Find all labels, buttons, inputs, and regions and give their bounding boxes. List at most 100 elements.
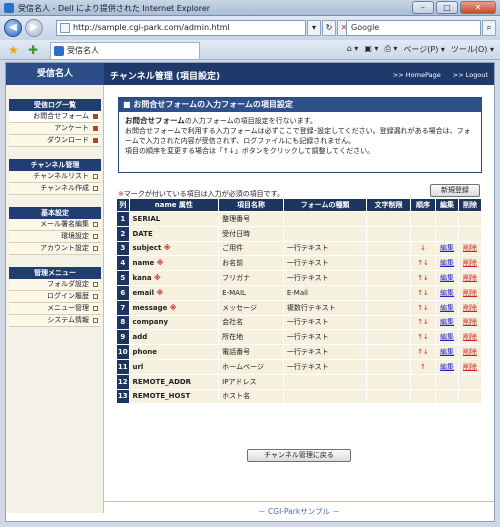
new-register-button[interactable]: 新規登録 xyxy=(430,184,480,197)
tab-label: 受信名人 xyxy=(67,46,99,55)
sidebar-item-login-history[interactable]: ログイン履歴 xyxy=(9,291,101,303)
sidebar-item-survey[interactable]: アンケート xyxy=(9,123,101,135)
back-to-channel-button[interactable]: チャンネル管理に戻る xyxy=(247,449,351,462)
edit-link[interactable]: 編集 xyxy=(435,284,459,301)
field-limit xyxy=(366,373,412,390)
delete-link[interactable]: 削除 xyxy=(458,299,482,316)
edit-link[interactable]: 編集 xyxy=(435,329,459,346)
delete-link[interactable]: 削除 xyxy=(458,240,482,257)
field-limit xyxy=(366,284,412,301)
delete-link[interactable]: 削除 xyxy=(458,358,482,375)
field-limit xyxy=(366,358,412,375)
site-header: 受信名人 チャンネル管理 (項目設定) >> HomePage >> Logou… xyxy=(6,63,494,85)
delete-link[interactable]: 削除 xyxy=(458,329,482,346)
refresh-icon[interactable]: ↻ xyxy=(322,20,336,36)
order-arrows[interactable]: ↑ xyxy=(410,358,437,375)
sidebar-section-channel: チャンネル管理 xyxy=(9,159,101,171)
required-mark: ※ xyxy=(156,288,164,297)
delete-link[interactable]: 削除 xyxy=(458,270,482,286)
url-input[interactable]: http://sample.cgi-park.com/admin.html xyxy=(56,20,306,36)
fields-table: 列 name 属性 項目名称 フォームの種類 文字制限 順序 編集 削除 1 SE… xyxy=(116,198,482,405)
delete-link[interactable]: 削除 xyxy=(458,344,482,360)
col-header-limit: 文字制限 xyxy=(366,198,412,212)
edit-link[interactable]: 編集 xyxy=(435,344,459,360)
table-row: 2 DATE 受付日時 xyxy=(116,225,482,242)
logout-link[interactable]: >> Logout xyxy=(453,71,488,79)
delete-link[interactable]: 削除 xyxy=(458,284,482,301)
maximize-button[interactable]: □ xyxy=(436,1,458,14)
edit-link[interactable]: 編集 xyxy=(435,314,459,331)
field-limit xyxy=(366,211,412,227)
page-menu[interactable]: ページ(P) ▾ xyxy=(403,44,444,55)
main-content: ■ お問合せフォームの入力フォームの項目設定 お問合せフォームの入力フォームの項… xyxy=(110,85,490,513)
page-title: チャンネル管理 (項目設定) xyxy=(110,72,221,82)
field-label: E-MAIL xyxy=(218,284,284,301)
field-limit xyxy=(366,314,412,331)
field-limit xyxy=(366,329,412,346)
row-number: 3 xyxy=(116,240,130,257)
sidebar-item-menu-manage[interactable]: メニュー管理 xyxy=(9,303,101,315)
home-icon[interactable]: ⌂ ▾ xyxy=(347,44,359,55)
add-favorites-icon[interactable]: ✚ xyxy=(28,43,38,57)
print-icon[interactable]: ⎙ ▾ xyxy=(384,44,397,55)
field-limit xyxy=(366,299,412,316)
info-text-3: 項目の順序を変更する場合は「↑↓」ボタンをクリックして調整してください。 xyxy=(125,147,375,155)
tools-menu[interactable]: ツール(O) ▾ xyxy=(451,44,494,55)
sidebar-item-inquiry-form[interactable]: お問合せフォーム xyxy=(9,111,101,123)
order-arrows[interactable]: ↑↓ xyxy=(410,329,437,346)
field-label: ホームページ xyxy=(218,358,284,375)
edit-link[interactable]: 編集 xyxy=(435,299,459,316)
edit-link[interactable]: 編集 xyxy=(435,240,459,257)
edit-link xyxy=(435,225,459,242)
homepage-link[interactable]: >> HomePage xyxy=(393,71,441,79)
sidebar-item-system-info[interactable]: システム情報 xyxy=(9,315,101,327)
forward-button[interactable]: ▶ xyxy=(25,19,43,37)
edit-link[interactable]: 編集 xyxy=(435,270,459,286)
field-label: フリガナ xyxy=(218,270,284,286)
row-number: 2 xyxy=(116,225,130,242)
field-name: subject ※ xyxy=(128,240,220,257)
delete-link[interactable]: 削除 xyxy=(458,255,482,272)
sidebar-item-environment[interactable]: 環境設定 xyxy=(9,231,101,243)
sidebar-section-receive-log: 受信ログ一覧 xyxy=(9,99,101,111)
feed-icon[interactable]: ▣ ▾ xyxy=(364,44,378,55)
sidebar-item-mail-signature[interactable]: メール署名編集 xyxy=(9,219,101,231)
sidebar-item-channel-create[interactable]: チャンネル作成 xyxy=(9,183,101,195)
sidebar-item-channel-list[interactable]: チャンネルリスト xyxy=(9,171,101,183)
browser-tab[interactable]: 受信名人 xyxy=(50,42,200,59)
order-arrows[interactable]: ↑↓ xyxy=(410,314,437,331)
edit-link[interactable]: 編集 xyxy=(435,255,459,272)
close-window-button[interactable]: ✕ xyxy=(460,1,496,14)
edit-link[interactable]: 編集 xyxy=(435,358,459,375)
order-arrows[interactable]: ↓ xyxy=(410,240,437,257)
delete-link[interactable]: 削除 xyxy=(458,314,482,331)
dropdown-icon[interactable]: ▾ xyxy=(307,20,321,36)
order-arrows[interactable]: ↑↓ xyxy=(410,270,437,286)
sidebar-item-folder[interactable]: フォルダ設定 xyxy=(9,279,101,291)
sidebar-item-account[interactable]: アカウント設定 xyxy=(9,243,101,255)
minimize-button[interactable]: – xyxy=(412,1,434,14)
field-type: 一行テキスト xyxy=(282,329,368,346)
field-type: E-Mail xyxy=(282,284,368,301)
bullet-icon xyxy=(93,126,98,131)
order-arrows xyxy=(410,373,437,390)
required-mark: ※ xyxy=(169,303,177,312)
field-label: お名前 xyxy=(218,255,284,272)
required-mark: ※ xyxy=(163,244,171,253)
table-row: 9 add 所在地 一行テキスト ↑↓ 編集 削除 xyxy=(116,329,482,346)
col-header-number: 列 xyxy=(116,198,130,212)
order-arrows[interactable]: ↑↓ xyxy=(410,284,437,301)
sidebar: 受信ログ一覧 お問合せフォーム アンケート ダウンロード チャンネル管理 チャン… xyxy=(6,85,104,513)
back-button[interactable]: ◀ xyxy=(4,19,22,37)
table-row: 12 REMOTE_ADDR IPアドレス xyxy=(116,373,482,390)
order-arrows[interactable]: ↑↓ xyxy=(410,344,437,360)
search-icon[interactable]: ⌕ xyxy=(482,20,496,36)
order-arrows[interactable]: ↑↓ xyxy=(410,299,437,316)
footer: － CGI-Parkサンプル － xyxy=(104,501,494,521)
search-input[interactable]: Google xyxy=(346,20,481,36)
sidebar-item-download[interactable]: ダウンロード xyxy=(9,135,101,147)
field-name: name ※ xyxy=(128,255,220,272)
col-header-delete: 削除 xyxy=(458,198,482,212)
favorites-star-icon[interactable]: ★ xyxy=(8,43,19,57)
order-arrows[interactable]: ↑↓ xyxy=(410,255,437,272)
